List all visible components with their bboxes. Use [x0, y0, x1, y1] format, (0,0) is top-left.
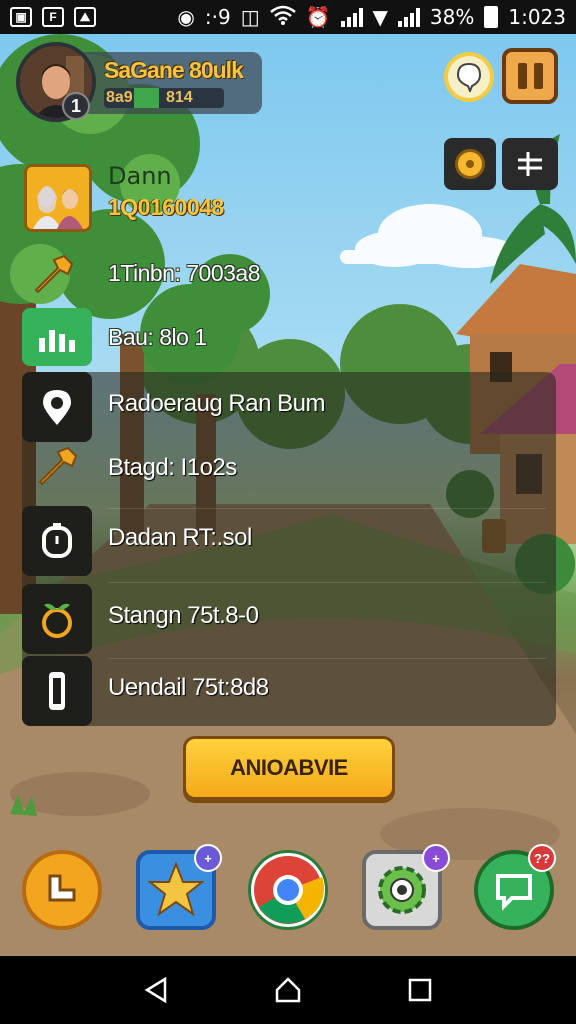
- notification-badge: ??: [528, 844, 556, 872]
- notification-badge: +: [194, 844, 222, 872]
- panel-row-label: Radoeraug Ran Bum: [108, 390, 325, 417]
- status-bar: ▣ F ⛰ ◉ :·9 ◫ ⏰ ▼ 38% 1:023: [0, 0, 576, 34]
- back-icon: [144, 976, 167, 1004]
- navigation-bar: [0, 956, 576, 1024]
- wrench-icon: [30, 252, 76, 298]
- recents-icon: [408, 978, 432, 1002]
- clock-time: 1:023: [508, 5, 566, 29]
- wifi-icon: [269, 5, 296, 30]
- xp-progress-fill: [134, 88, 159, 108]
- xp-progress-bar: 8a9 814: [104, 88, 224, 108]
- stats-panel: Radoeraug Ran Bum Btagd: I1o2s Dadan RT:…: [22, 372, 556, 726]
- image-notification-icon: ⛰: [74, 7, 96, 27]
- clock-icon: [22, 506, 92, 576]
- timer-stat: 1Tinbn: 7003a8: [108, 260, 261, 286]
- flag-notification-icon: F: [42, 7, 64, 27]
- panel-row[interactable]: Uendail 75t:8d8: [22, 656, 556, 726]
- gear-monster-app-icon[interactable]: +: [362, 844, 450, 930]
- battery-icon: [484, 6, 499, 28]
- messenger-app-icon[interactable]: [22, 850, 102, 930]
- panel-row[interactable]: Stangn 75t.8-0: [22, 584, 556, 654]
- status-alarm-text: :·9: [204, 5, 231, 29]
- signal-secondary-icon: [397, 7, 420, 27]
- vibrate-icon: ◫: [240, 5, 260, 29]
- panel-row-label: Dadan RT:.sol: [108, 524, 252, 551]
- chat-app-icon[interactable]: ??: [474, 844, 556, 930]
- player-name: SaGane 80ulk: [104, 57, 244, 83]
- shop-button[interactable]: [502, 138, 558, 190]
- pause-button[interactable]: [502, 48, 558, 104]
- home-icon: [275, 977, 301, 1003]
- plus-grid-icon: [518, 152, 542, 176]
- owner-portrait[interactable]: [24, 164, 92, 232]
- signal-icon: [340, 7, 363, 27]
- sync-icon: ◉: [177, 5, 195, 29]
- wrench-icon: [22, 432, 92, 502]
- xp-current: 8a9: [106, 89, 133, 106]
- action-button[interactable]: ANIOABVIE: [183, 736, 395, 800]
- battery-percent: 38%: [429, 5, 475, 29]
- recents-button[interactable]: [400, 970, 440, 1010]
- panel-divider: [108, 582, 546, 583]
- coin-icon: [455, 149, 485, 179]
- panel-row-label: Uendail 75t:8d8: [108, 674, 269, 701]
- gallery-notification-icon: ▣: [10, 7, 32, 27]
- owner-id: 1Q0160048: [108, 194, 224, 220]
- coin-button[interactable]: [444, 138, 496, 190]
- xp-total: 814: [166, 89, 193, 106]
- chrome-app-icon[interactable]: [248, 850, 328, 930]
- wifi-secondary-icon: ▼: [372, 5, 388, 29]
- star-app-icon[interactable]: +: [136, 844, 222, 930]
- panel-row[interactable]: Btagd: I1o2s: [22, 432, 556, 502]
- game-scene: SaGane 80ulk 8a9 814 1 Dann 1Q0160048 1T…: [0, 34, 576, 956]
- hint-button[interactable]: [448, 56, 490, 98]
- panel-row[interactable]: Dadan RT:.sol: [22, 506, 556, 576]
- rank-stat: Bau: 8lo 1: [108, 324, 207, 350]
- fruit-icon: [22, 584, 92, 654]
- panel-row-label: Stangn 75t.8-0: [108, 602, 259, 629]
- notification-badge: +: [422, 844, 450, 872]
- rank-button[interactable]: [22, 308, 92, 366]
- home-button[interactable]: [268, 970, 308, 1010]
- phone-icon: [22, 656, 92, 726]
- level-badge: 1: [62, 92, 90, 120]
- alarm-clock-icon: ⏰: [305, 5, 331, 29]
- owner-name: Dann: [108, 162, 172, 190]
- back-button[interactable]: [136, 970, 176, 1010]
- lightbulb-icon: [456, 62, 482, 92]
- panel-row-label: Btagd: I1o2s: [108, 454, 237, 481]
